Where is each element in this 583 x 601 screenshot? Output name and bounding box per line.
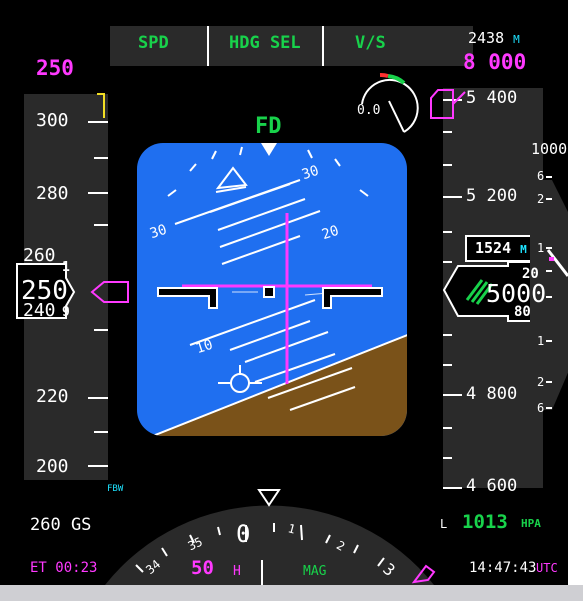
aircraft-center-dot (263, 286, 275, 298)
speed-label-260: 260 (23, 245, 56, 266)
window-margin (568, 0, 583, 585)
heading-lubber-triangle (257, 489, 281, 507)
speed-label-220: 220 (36, 386, 69, 407)
selected-speed-value: 250 (36, 56, 74, 80)
fbw-label: FBW (107, 484, 124, 494)
selected-altitude-feet: 8 000 (463, 50, 527, 74)
current-speed-readout: 250 (21, 276, 68, 306)
speed-roller-lower: 9 (62, 305, 70, 320)
speed-label-300: 300 (36, 110, 69, 131)
speed-roller-upper: 1 (62, 260, 70, 275)
speed-label-200: 200 (36, 456, 69, 477)
altitude-label-5400: 5 400 (466, 88, 518, 108)
utc-time-zone: UTC (536, 561, 558, 575)
vsi-top-label: 1000 (531, 140, 568, 158)
baro-unit: HPA (521, 517, 541, 530)
selected-heading-suffix: H (233, 564, 241, 579)
vsi-label-2-up: 2 (537, 192, 545, 206)
selected-altitude-meters-unit: M (513, 33, 520, 46)
utc-time: 14:47:43 (469, 560, 537, 576)
heading-label-0: 0 (236, 520, 251, 548)
speed-label-280: 280 (36, 183, 69, 204)
fd-label: FD (255, 114, 282, 139)
elapsed-time: ET 00:23 (30, 560, 98, 576)
vsi-label-1-up: 1 (537, 241, 545, 255)
altitude-label-4800: 4 800 (466, 384, 518, 404)
altitude-meters-readout: 1524 M (475, 239, 527, 257)
vsi-label-6-up: 6 (537, 169, 545, 183)
current-altitude-readout: 5000 (486, 279, 547, 308)
altitude-roller-lower: 80 (514, 304, 531, 320)
altitude-label-5200: 5 200 (466, 186, 518, 206)
vsi-label-6-down: 6 (537, 401, 545, 415)
bottom-scrollbar-area (0, 585, 583, 601)
altitude-label-4600: 4 600 (466, 476, 518, 496)
altitude-meters-unit: M (520, 243, 527, 256)
radio-altimeter-value: 0.0 (357, 103, 381, 118)
selected-heading-value: 50 (191, 557, 214, 579)
vsi-label-1-down: 1 (537, 334, 545, 348)
ground-speed-readout: 260 GS (30, 515, 92, 535)
selected-altitude-meters: 2438 M (468, 29, 520, 47)
baro-side-label: L (440, 517, 448, 531)
baro-setting-value: 1013 (462, 511, 508, 533)
vsi-label-2-down: 2 (537, 375, 545, 389)
primary-flight-display: SPD HDG SEL V/S 250 300 280 260 240 220 … (0, 0, 568, 585)
heading-reference: MAG (303, 564, 327, 579)
